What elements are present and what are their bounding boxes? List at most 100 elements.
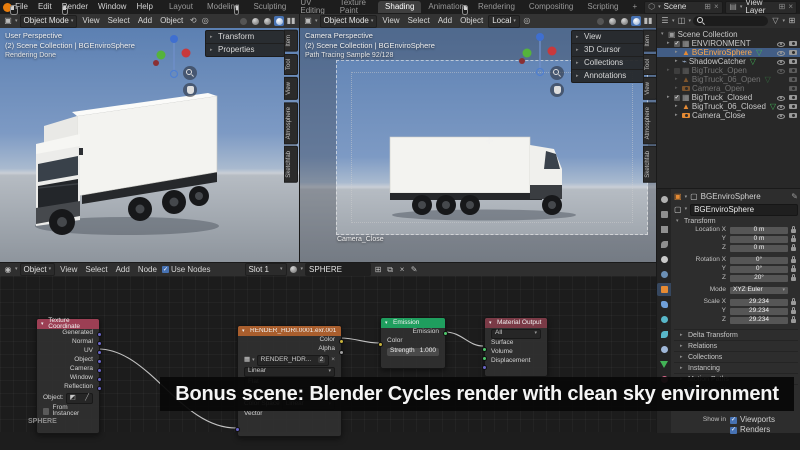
panel-properties[interactable]: ▸Properties	[206, 44, 284, 56]
strength-field[interactable]: Strength 1.000	[387, 348, 439, 356]
pin-icon[interactable]: ✎	[409, 265, 419, 275]
unlink-material-icon[interactable]: ×	[397, 265, 407, 275]
select-menu[interactable]: Select	[82, 266, 110, 274]
outliner-row-bgenvirosphere[interactable]: ▸▲ BGEnviroSphere ▽	[657, 48, 800, 57]
workspace-tab-compositing[interactable]: Compositing	[522, 1, 580, 13]
panel-annotations[interactable]: ▸Annotations	[572, 70, 643, 82]
outliner-filter-mode-icon[interactable]: ◫	[677, 16, 687, 26]
tab-atmosphere[interactable]: Atmosphere	[643, 102, 657, 144]
select-menu[interactable]: Select	[405, 17, 433, 25]
image-datablock-field[interactable]: RENDER_HDR... 2	[257, 355, 330, 366]
tab-constraints[interactable]	[657, 343, 671, 356]
disable-render-icon[interactable]	[789, 95, 797, 100]
panel-3d-cursor[interactable]: ▸3D Cursor	[572, 44, 643, 57]
tab-world[interactable]	[657, 268, 671, 281]
disable-render-icon[interactable]	[789, 113, 797, 118]
menu-help[interactable]: Help	[131, 3, 157, 11]
object-name-field[interactable]: BGEnviroSphere	[690, 204, 798, 216]
select-menu[interactable]: Select	[105, 17, 133, 25]
snap-magnet-icon[interactable]: ◎	[200, 16, 210, 26]
workspace-tab-rendering[interactable]: Rendering	[471, 1, 522, 13]
tab-modifiers[interactable]	[657, 298, 671, 311]
add-menu[interactable]: Add	[135, 17, 155, 25]
object-menu[interactable]: Object	[157, 17, 186, 25]
tab-scene[interactable]	[657, 253, 671, 266]
workspace-tab-modeling[interactable]: Modeling	[200, 1, 246, 13]
scale-x-field[interactable]: 29.234	[730, 299, 788, 306]
shading-wireframe-button[interactable]	[238, 16, 248, 26]
transform-space-dropdown[interactable]: Local▾	[488, 15, 520, 28]
section-collections[interactable]: ▸Collections	[674, 351, 798, 362]
node-emission[interactable]: ▾Emission Emission Color Strength 1.000	[380, 317, 446, 369]
material-name-field[interactable]: SPHERE	[305, 263, 371, 276]
section-instancing[interactable]: ▸Instancing	[674, 362, 798, 373]
hide-viewport-icon[interactable]	[777, 50, 785, 56]
panel-transform[interactable]: ▸Transform	[206, 31, 284, 44]
scene-selector[interactable]: ⬡▾ Scene ⊞×	[644, 1, 722, 14]
shading-material-button[interactable]	[619, 16, 629, 26]
zoom-button[interactable]	[183, 66, 197, 80]
disable-render-icon[interactable]	[789, 86, 797, 91]
tab-view[interactable]: View	[284, 77, 298, 100]
transform-panel-header[interactable]: ▾Transform	[674, 216, 798, 226]
material-slot-dropdown[interactable]: Slot 1▾	[245, 263, 287, 276]
shading-wireframe-button[interactable]	[595, 16, 605, 26]
outliner-row-environment[interactable]: ▸✓▦ ENVIRONMENT	[657, 39, 800, 48]
hide-viewport-icon[interactable]	[777, 59, 785, 65]
tab-tool[interactable]: Tool	[643, 54, 657, 75]
node-menu[interactable]: Node	[135, 266, 160, 274]
shading-solid-button[interactable]	[250, 16, 260, 26]
view-layer-selector[interactable]: ▤▾ View Layer ⊞×	[725, 1, 797, 14]
tab-sketchfab[interactable]: Sketchfab	[643, 146, 657, 183]
transform-orientation-icon[interactable]: ⟲	[188, 16, 198, 26]
outliner-row-bigtruck-closed[interactable]: ▸✓▦ BigTruck_Closed	[657, 93, 800, 102]
viewport-3d-right[interactable]: ✛ Camera_Close Camera Perspective (2) Sc…	[299, 28, 657, 262]
workspace-tab-add[interactable]: +	[626, 1, 645, 13]
lock-icon[interactable]	[791, 301, 796, 305]
outliner-row-shadowcatcher[interactable]: ▸⌁ ShadowCatcher ▽	[657, 57, 800, 66]
outliner-search-input[interactable]	[693, 16, 768, 26]
outliner-row-camera-close[interactable]: ▸ Camera_Close	[657, 111, 800, 120]
shading-rendered-button[interactable]	[274, 16, 284, 26]
pan-hand-button[interactable]	[183, 83, 197, 97]
lock-icon[interactable]	[791, 319, 796, 323]
outliner-row-bigtruck-open[interactable]: ▸▦ BigTruck_Open	[657, 66, 800, 75]
rotation-z-field[interactable]: 20°	[730, 275, 788, 282]
tab-object[interactable]	[657, 283, 671, 296]
mode-dropdown[interactable]: Object Mode▾	[320, 15, 378, 28]
hide-viewport-icon[interactable]	[777, 68, 785, 74]
tab-view[interactable]: View	[643, 77, 657, 100]
tab-particles[interactable]	[657, 313, 671, 326]
rotation-x-field[interactable]: 0°	[730, 257, 788, 264]
disable-render-icon[interactable]	[789, 68, 797, 73]
viewports-checkbox[interactable]: ✓	[730, 417, 737, 424]
use-nodes-checkbox[interactable]: ✓	[162, 266, 169, 273]
panel-view[interactable]: ▸View	[572, 31, 643, 44]
tab-render[interactable]	[657, 208, 671, 221]
snap-magnet-icon[interactable]: ◎	[522, 16, 532, 26]
object-menu[interactable]: Object	[457, 17, 486, 25]
add-menu[interactable]: Add	[113, 266, 133, 274]
location-x-field[interactable]: 0 m	[730, 227, 788, 234]
tab-item[interactable]: Item	[643, 30, 657, 52]
view-menu[interactable]: View	[79, 17, 102, 25]
rotation-mode-dropdown[interactable]: XYZ Euler▾	[730, 287, 788, 294]
lock-icon[interactable]	[791, 277, 796, 281]
location-z-field[interactable]: 0 m	[730, 245, 788, 252]
tab-object-data[interactable]	[657, 358, 671, 371]
from-instancer-checkbox[interactable]	[43, 408, 49, 415]
disable-render-icon[interactable]	[789, 77, 797, 82]
add-menu[interactable]: Add	[435, 17, 455, 25]
tab-item[interactable]: Item	[284, 30, 298, 52]
object-picker-field[interactable]: ◩╱	[66, 393, 93, 404]
workspace-tab-layout[interactable]: Layout	[162, 1, 200, 13]
disable-render-icon[interactable]	[789, 104, 797, 109]
scale-y-field[interactable]: 29.234	[730, 308, 788, 315]
node-material-output[interactable]: ▾Material Output All▾ Surface Volume Dis…	[484, 317, 548, 377]
lock-icon[interactable]	[791, 229, 796, 233]
renders-checkbox[interactable]: ✓	[730, 427, 737, 434]
menu-window[interactable]: Window	[93, 3, 131, 11]
outliner-row-camera-open[interactable]: ▸ Camera_Open	[657, 84, 800, 93]
panel-collections[interactable]: ▸Collections	[572, 57, 643, 70]
tab-output[interactable]	[657, 223, 671, 236]
